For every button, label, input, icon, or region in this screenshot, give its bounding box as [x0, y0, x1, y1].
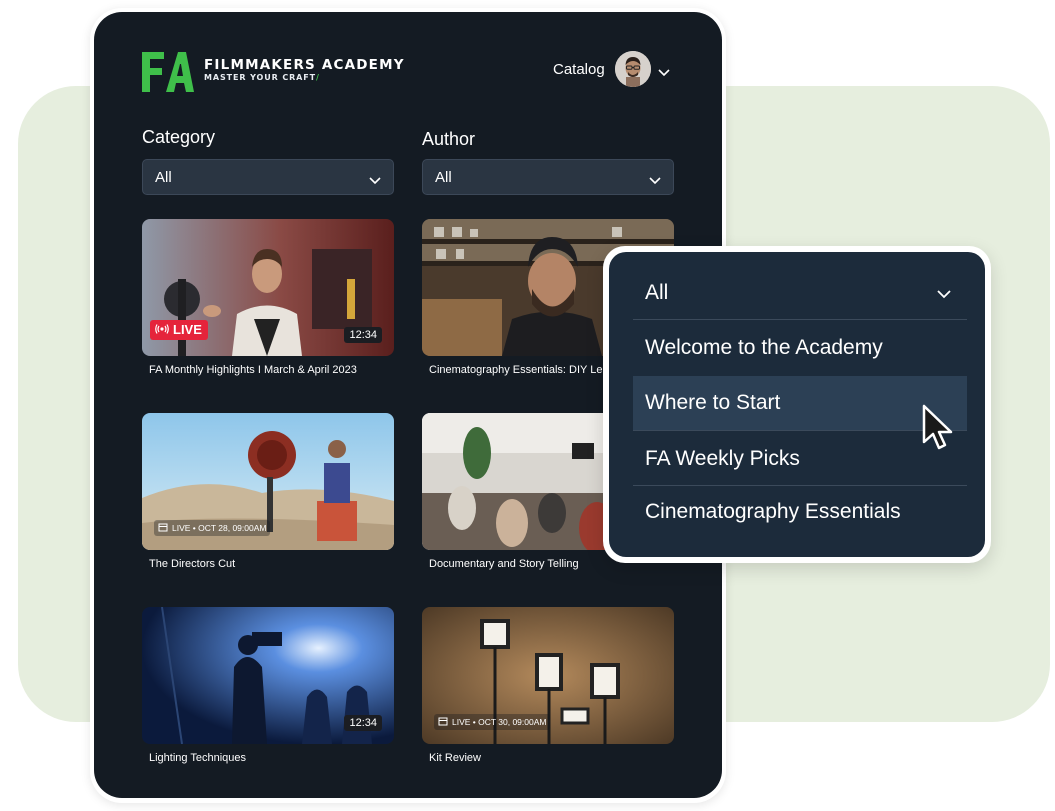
category-label: Category [142, 127, 216, 147]
divider [633, 319, 967, 320]
video-title[interactable]: The Directors Cut [149, 558, 235, 570]
dropdown-selected[interactable]: All [633, 266, 967, 320]
chevron-down-icon [937, 266, 951, 320]
brand-logo[interactable] [142, 52, 194, 92]
video-title[interactable]: Documentary and Story Telling [429, 558, 579, 570]
broadcast-icon [155, 320, 169, 340]
avatar[interactable] [615, 51, 651, 87]
dropdown-option[interactable]: FA Weekly Picks [633, 432, 967, 486]
cursor-icon [922, 404, 954, 457]
chevron-down-icon [369, 172, 381, 190]
chevron-down-icon [649, 172, 661, 190]
slash-mark: / [315, 73, 320, 82]
author-select-value: All [435, 169, 452, 186]
dropdown-option[interactable]: Cinematography Essentials [633, 485, 967, 539]
catalog-link[interactable]: Catalog [553, 61, 605, 78]
brand-name: FILMMAKERS ACADEMY [204, 57, 405, 73]
calendar-icon [438, 716, 448, 728]
live-badge: LIVE [150, 320, 208, 340]
video-thumbnail[interactable]: LIVE • OCT 30, 09:00AM [422, 607, 674, 744]
schedule-text: LIVE • OCT 30, 09:00AM [452, 717, 547, 727]
author-label: Author [422, 129, 476, 149]
video-title[interactable]: FA Monthly Highlights I March & April 20… [149, 364, 357, 376]
dropdown-option[interactable]: Where to Start [633, 376, 967, 430]
brand-tagline: MASTER YOUR CRAFT/ [204, 73, 320, 82]
video-thumbnail[interactable]: 12:34 [142, 607, 394, 744]
chevron-down-icon[interactable] [658, 64, 670, 82]
schedule-tag: LIVE • OCT 28, 09:00AM [154, 520, 271, 536]
video-title[interactable]: Lighting Techniques [149, 752, 246, 764]
author-select[interactable]: All [422, 159, 674, 195]
live-badge-label: LIVE [173, 322, 202, 337]
calendar-icon [158, 522, 168, 534]
schedule-text: LIVE • OCT 28, 09:00AM [172, 523, 267, 533]
video-thumbnail[interactable]: LIVE • OCT 28, 09:00AM [142, 413, 394, 550]
video-thumbnail[interactable]: LIVE 12:34 [142, 219, 394, 356]
dropdown-selected-label: All [645, 281, 669, 304]
dropdown-option[interactable]: Welcome to the Academy [633, 321, 967, 375]
duration-badge: 12:34 [344, 715, 382, 731]
category-select[interactable]: All [142, 159, 394, 195]
video-title[interactable]: Cinematography Essentials: DIY Lenses [429, 364, 626, 376]
category-select-value: All [155, 169, 172, 186]
divider [633, 430, 967, 431]
duration-badge: 12:34 [344, 327, 382, 343]
brand-tagline-text: MASTER YOUR CRAFT [204, 73, 316, 82]
video-title[interactable]: Kit Review [429, 752, 481, 764]
schedule-tag: LIVE • OCT 30, 09:00AM [434, 714, 551, 730]
